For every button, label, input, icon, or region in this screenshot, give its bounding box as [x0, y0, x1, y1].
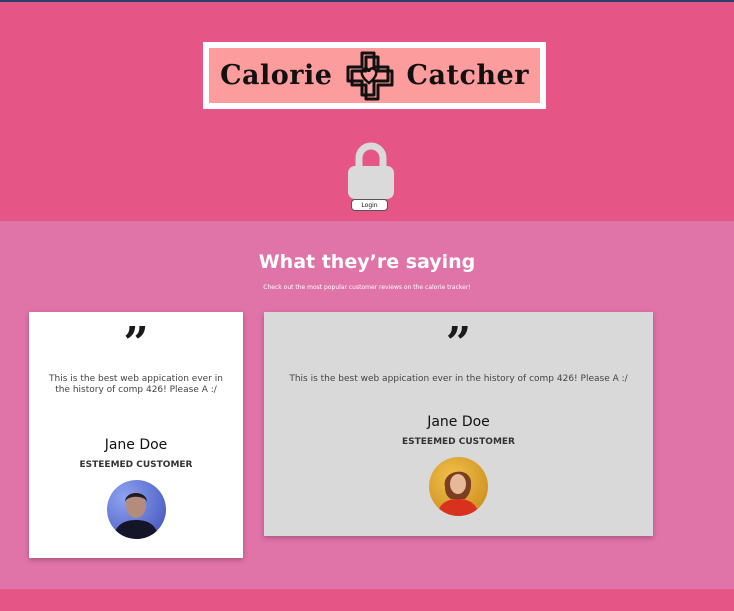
logo[interactable]: Calorie Catcher — [203, 42, 546, 109]
quote-icon: ” — [123, 318, 149, 369]
customer-role: ESTEEMED CUSTOMER — [402, 437, 515, 447]
section-subtitle: Check out the most popular customer revi… — [263, 284, 471, 291]
testimonial-card: ” This is the best web appication ever i… — [29, 312, 243, 558]
customer-name: Jane Doe — [104, 437, 168, 453]
section-title: What they’re saying — [258, 251, 476, 273]
logo-banner: Calorie Catcher — [209, 48, 540, 103]
heart-cross-icon — [346, 51, 394, 100]
review-text: This is the best web appication ever in … — [49, 374, 223, 395]
logo-word-right: Catcher — [406, 60, 529, 91]
login-button[interactable]: Login — [351, 199, 388, 211]
customer-role: ESTEEMED CUSTOMER — [79, 460, 193, 470]
avatar — [107, 480, 166, 539]
testimonials-section: What they’re saying Check out the most p… — [0, 221, 734, 589]
footer — [0, 589, 734, 611]
review-text: This is the best web appication ever in … — [289, 374, 628, 384]
logo-word-left: Calorie — [220, 60, 333, 91]
avatar — [429, 457, 488, 516]
quote-icon: ” — [445, 318, 472, 369]
testimonial-card: ” This is the best web appication ever i… — [264, 312, 653, 536]
lock-icon — [348, 142, 394, 199]
customer-name: Jane Doe — [427, 414, 490, 430]
